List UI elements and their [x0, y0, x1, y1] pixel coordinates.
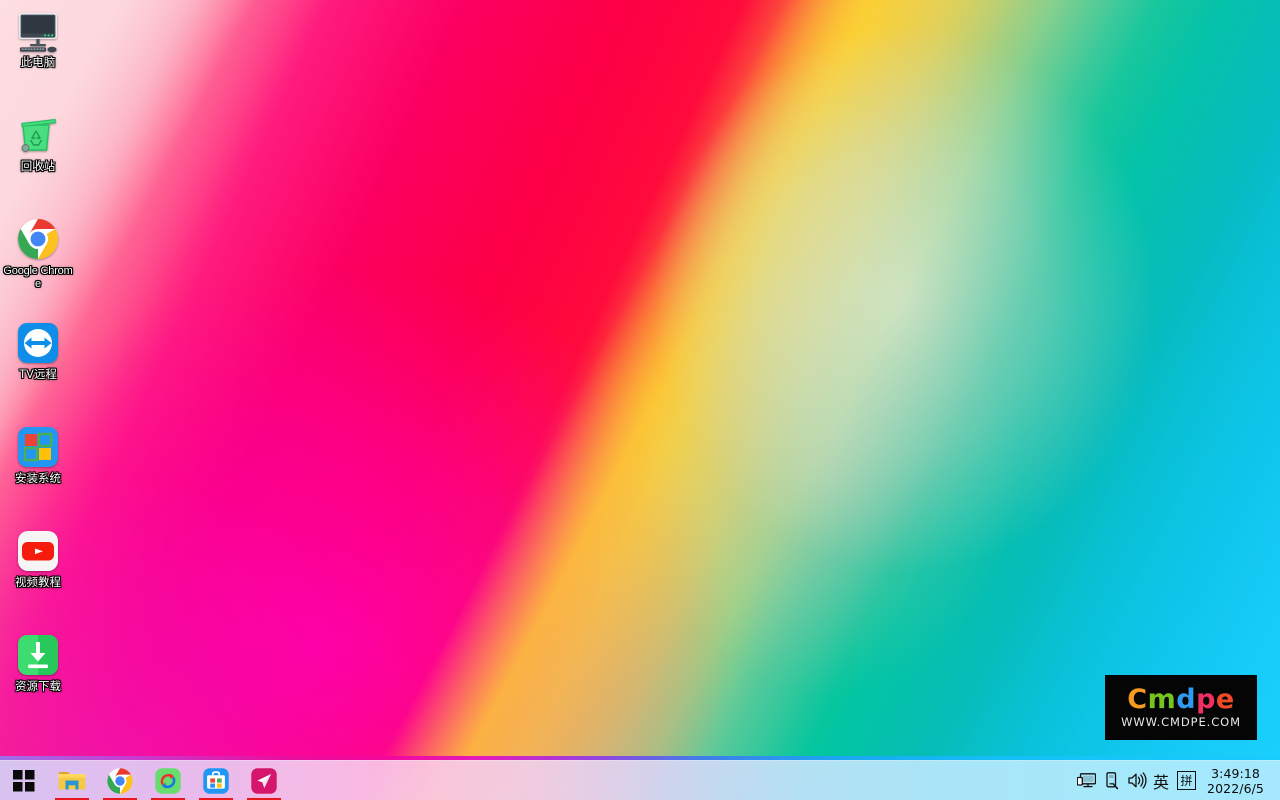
chrome-icon: [15, 216, 61, 262]
file-explorer-icon: [58, 771, 86, 789]
taskbar-file-explorer[interactable]: [48, 761, 96, 800]
system-tray: 英 拼 3:49:18 2022/6/5: [1074, 761, 1280, 800]
wallpaper-cyan-wedge: [0, 0, 1280, 800]
desktop-icon-label: 回收站: [20, 161, 56, 173]
start-squares-icon: [13, 769, 35, 791]
taskbar-clock[interactable]: 3:49:18 2022/6/5: [1201, 761, 1272, 800]
desktop-icon-label: TV远程: [19, 369, 57, 381]
logo-letter: m: [1147, 684, 1177, 715]
desktop-icon-label: Google Chrome: [3, 265, 73, 290]
desktop-icon-recycle-bin[interactable]: 回收站: [3, 112, 73, 173]
taskbar-sync-tool[interactable]: [144, 761, 192, 800]
ime-mode-indicator[interactable]: 拼: [1177, 771, 1197, 790]
desktop-icon-resource-download[interactable]: 资源下载: [3, 632, 73, 693]
paper-plane-icon: [251, 767, 277, 794]
desktop-icon-label: 安装系统: [15, 473, 61, 485]
desktop-icon-google-chrome[interactable]: Google Chrome: [3, 216, 73, 291]
toolbox-store-icon: [203, 767, 229, 794]
network-icon[interactable]: [1074, 761, 1099, 800]
clock-time: 3:49:18: [1211, 765, 1260, 781]
desktop-icon-label: 此电脑: [20, 57, 56, 69]
desktop-icon-tv-remote[interactable]: TV远程: [3, 320, 73, 381]
monitor-icon: [15, 8, 61, 54]
youtube-icon: [15, 528, 61, 574]
download-icon: [15, 632, 61, 678]
desktop-icon-this-pc[interactable]: 此电脑: [3, 8, 73, 69]
logo-letter: C: [1127, 684, 1148, 715]
desktop[interactable]: 此电脑 回收站 Google Chrome TV远程 安装系统 视频教程 资源下…: [0, 0, 1280, 800]
volume-icon[interactable]: [1124, 761, 1149, 800]
usb-eject-icon[interactable]: [1099, 761, 1124, 800]
chrome-icon: [107, 767, 133, 794]
desktop-icon-install-system[interactable]: 安装系统: [3, 424, 73, 485]
taskbar-send-app[interactable]: [240, 761, 288, 800]
sync-recovery-icon: [155, 767, 181, 794]
desktop-icon-label: 资源下载: [15, 681, 61, 693]
teamviewer-icon: [15, 320, 61, 366]
taskbar: 英 拼 3:49:18 2022/6/5: [0, 760, 1280, 800]
cmdpe-watermark: Cmdpe WWW.CMDPE.COM: [1105, 675, 1257, 740]
logo-letter: p: [1196, 684, 1216, 715]
cmdpe-logo: Cmdpe: [1127, 686, 1234, 714]
cmdpe-url: WWW.CMDPE.COM: [1121, 715, 1241, 729]
clock-date: 2022/6/5: [1207, 780, 1264, 796]
ime-language-indicator[interactable]: 英: [1149, 761, 1173, 800]
desktop-icon-label: 视频教程: [15, 577, 61, 589]
start-button[interactable]: [0, 761, 48, 800]
taskbar-toolbox[interactable]: [192, 761, 240, 800]
desktop-icon-video-tutorial[interactable]: 视频教程: [3, 528, 73, 589]
logo-letter: d: [1176, 684, 1197, 715]
windows-squares-icon: [15, 424, 61, 470]
taskbar-pinned-area: [0, 761, 288, 800]
taskbar-chrome[interactable]: [96, 761, 144, 800]
recycle-bin-icon: [15, 112, 61, 158]
logo-letter: e: [1215, 684, 1235, 715]
